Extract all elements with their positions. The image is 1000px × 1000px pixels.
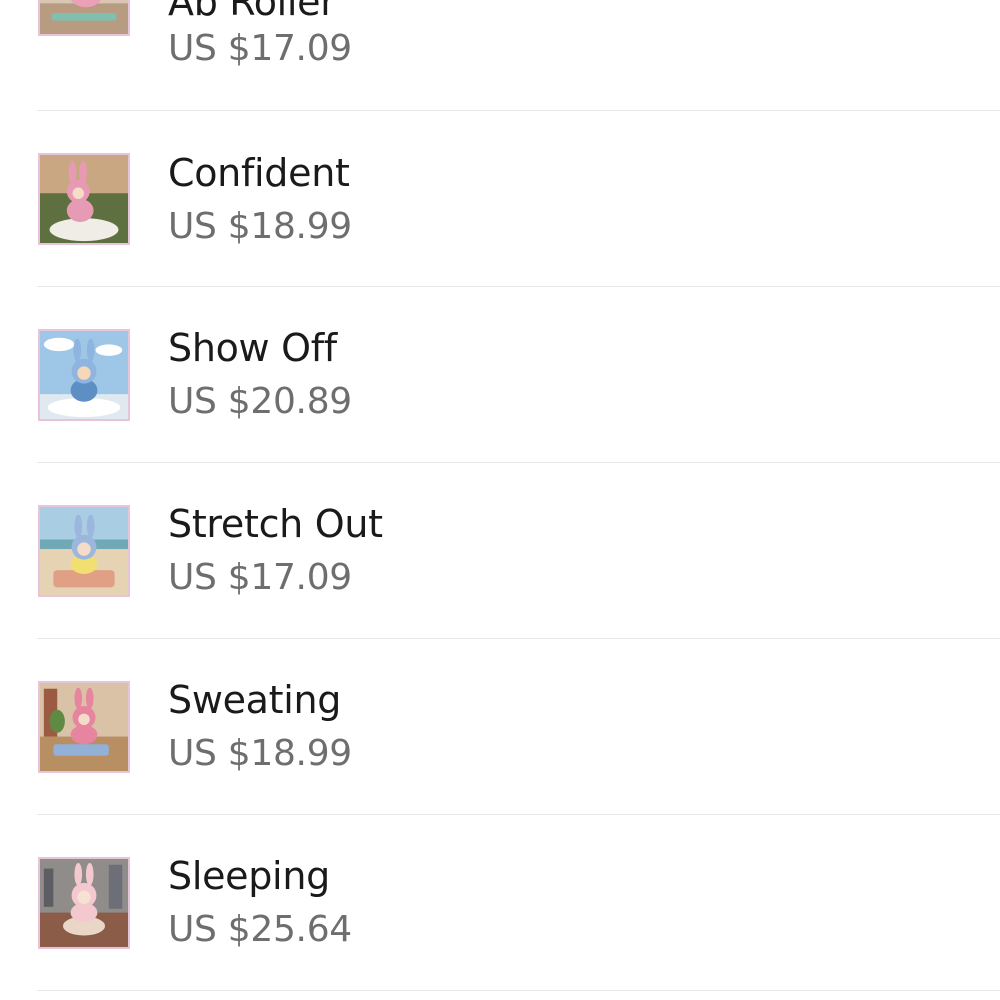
product-thumbnail[interactable] [38, 329, 130, 421]
product-thumbnail[interactable] [38, 681, 130, 773]
product-thumbnail[interactable] [38, 857, 130, 949]
labubu-figure-icon [40, 859, 128, 947]
labubu-figure-icon [40, 0, 128, 34]
product-variant-list: Ab Roller US $17.09 Confident US $18.99 [0, 0, 1000, 1000]
product-price: US $18.99 [168, 733, 352, 774]
product-thumbnail[interactable] [38, 505, 130, 597]
labubu-figure-icon [40, 683, 128, 771]
list-item[interactable]: Stretch Out US $17.09 [0, 463, 1000, 639]
product-price: US $17.09 [168, 557, 352, 598]
product-title: Sweating [168, 678, 342, 722]
product-thumbnail[interactable] [38, 0, 130, 36]
product-title: Confident [168, 151, 350, 195]
list-item[interactable]: Confident US $18.99 [0, 111, 1000, 287]
product-price: US $18.99 [168, 206, 352, 247]
list-item[interactable]: Sleeping US $25.64 [0, 815, 1000, 991]
labubu-figure-icon [40, 155, 128, 243]
product-price: US $17.09 [168, 28, 352, 69]
product-thumbnail[interactable] [38, 153, 130, 245]
product-title: Sleeping [168, 854, 330, 898]
product-price: US $20.89 [168, 381, 352, 422]
product-title: Show Off [168, 326, 337, 370]
list-item[interactable]: Ab Roller US $17.09 [0, 0, 1000, 110]
labubu-figure-icon [40, 331, 128, 419]
labubu-figure-icon [40, 507, 128, 595]
product-title: Stretch Out [168, 502, 383, 546]
list-item[interactable]: Show Off US $20.89 [0, 287, 1000, 463]
product-title: Ab Roller [168, 0, 336, 24]
list-item[interactable]: Sweating US $18.99 [0, 639, 1000, 815]
divider [37, 990, 1000, 991]
product-price: US $25.64 [168, 909, 352, 950]
